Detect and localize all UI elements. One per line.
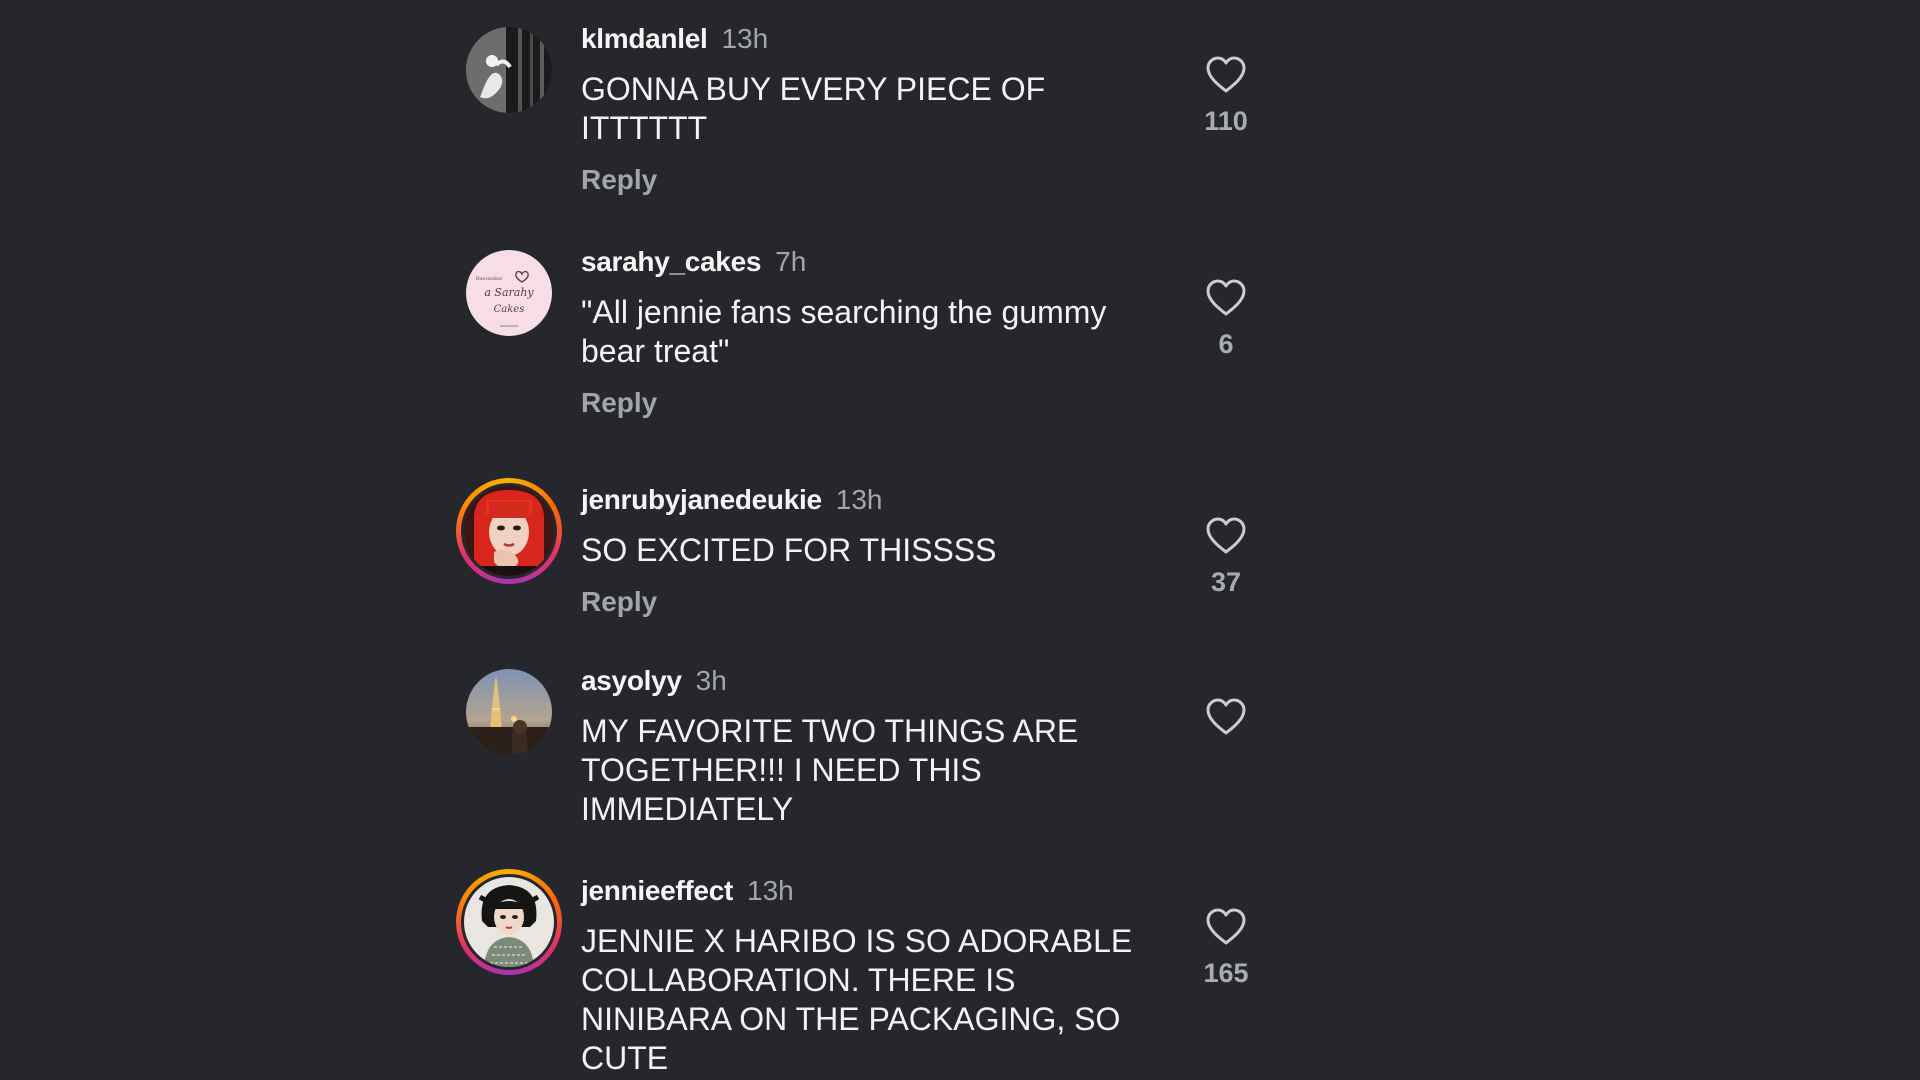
comment-text: JENNIE X HARIBO IS SO ADORABLE COLLABORA… — [581, 923, 1133, 1076]
like-button[interactable]: 37 — [1186, 517, 1266, 599]
username[interactable]: jennieeffect — [581, 875, 733, 906]
comment-item: jennieeffect 13h JENNIE X HARIBO IS SO AD… — [452, 852, 1252, 1080]
comment-item: asyolyy 3h MY FAVORITE TWO THINGS ARE TOG… — [452, 642, 1252, 852]
avatar-image — [466, 27, 552, 113]
comment-item: Bienvenidos! a Sarahy Cakes sarahy_cakes… — [452, 223, 1252, 453]
avatar[interactable] — [466, 27, 552, 113]
username[interactable]: jenrubyjanedeukie — [581, 484, 822, 515]
like-count: 37 — [1210, 567, 1242, 597]
avatar-text: a Sarahy — [484, 286, 534, 299]
avatar[interactable] — [466, 669, 552, 755]
username[interactable]: sarahy_cakes — [581, 246, 761, 277]
like-count: 6 — [1218, 329, 1234, 359]
reply-button[interactable]: Reply — [581, 584, 657, 620]
avatar-image — [464, 486, 554, 576]
avatar-text: Cakes — [494, 304, 525, 315]
username[interactable]: klmdanlel — [581, 23, 708, 54]
timestamp: 7h — [775, 246, 807, 277]
heart-icon — [1206, 698, 1246, 735]
username[interactable]: asyolyy — [581, 665, 682, 696]
like-count: 110 — [1204, 106, 1248, 136]
avatar-story-ring[interactable] — [456, 869, 562, 975]
comment-item: jenrubyjanedeukie 13h SO EXCITED FOR THIS… — [452, 461, 1252, 641]
avatar — [461, 874, 557, 970]
reply-button[interactable]: Reply — [581, 385, 657, 421]
timestamp: 13h — [721, 23, 769, 54]
timestamp: 3h — [695, 665, 727, 696]
like-button[interactable] — [1186, 698, 1266, 736]
like-button[interactable]: 110 — [1186, 56, 1266, 138]
avatar[interactable]: Bienvenidos! a Sarahy Cakes — [466, 250, 552, 336]
comments-list: klmdanlel 13h GONNA BUY EVERY PIECE OF IT… — [0, 0, 1920, 1080]
comment-item: klmdanlel 13h GONNA BUY EVERY PIECE OF IT… — [452, 0, 1252, 220]
comment-text: MY FAVORITE TWO THINGS ARE TOGETHER!!! I… — [581, 713, 1079, 827]
timestamp: 13h — [747, 875, 794, 906]
comment-text: SO EXCITED FOR THISSSS — [581, 532, 997, 568]
heart-icon — [1206, 56, 1246, 93]
like-button[interactable]: 165 — [1186, 908, 1266, 990]
heart-icon — [1206, 908, 1246, 945]
comment-header: klmdanlel 13h — [581, 20, 768, 58]
heart-icon — [1206, 279, 1246, 316]
avatar-story-ring[interactable] — [456, 478, 562, 584]
comment-header: jenrubyjanedeukie 13h — [581, 481, 882, 519]
comment-header: jennieeffect 13h — [581, 872, 794, 910]
avatar-image — [464, 877, 554, 967]
avatar-text: Bienvenidos! — [476, 277, 503, 282]
reply-button[interactable]: Reply — [581, 162, 657, 198]
avatar-image: Bienvenidos! a Sarahy Cakes — [466, 250, 552, 336]
comment-header: sarahy_cakes 7h — [581, 243, 806, 281]
avatar — [461, 483, 557, 579]
like-button[interactable]: 6 — [1186, 279, 1266, 361]
avatar-image — [466, 669, 552, 755]
comment-header: asyolyy 3h — [581, 662, 727, 700]
like-count: 165 — [1203, 958, 1249, 988]
heart-icon — [1206, 517, 1246, 554]
comment-text: GONNA BUY EVERY PIECE OF ITTTTTT — [581, 71, 1046, 146]
comment-text: "All jennie fans searching the gummy bea… — [581, 294, 1107, 369]
timestamp: 13h — [835, 484, 883, 515]
